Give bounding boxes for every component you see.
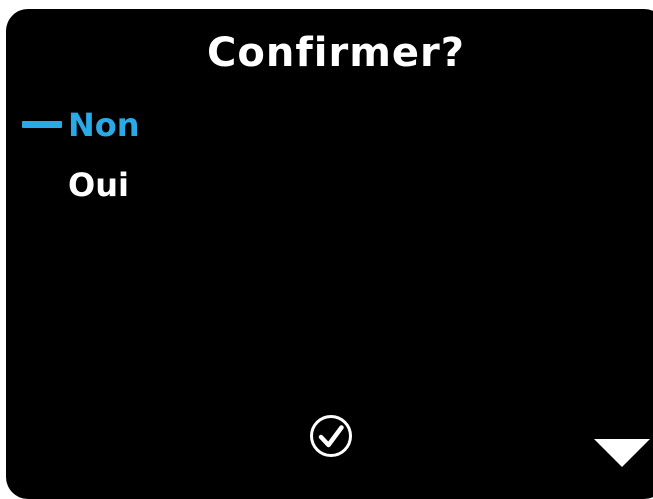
device-screen: Confirmer? Non Oui (6, 9, 653, 499)
dialog-title: Confirmer? (207, 30, 465, 76)
check-circle-icon[interactable] (309, 414, 353, 458)
triangle-down-icon[interactable] (592, 435, 652, 471)
confirm-menu: Non Oui (6, 95, 653, 215)
menu-item-label: Oui (68, 166, 129, 204)
menu-item-oui[interactable]: Oui (6, 155, 653, 215)
menu-item-label: Non (68, 106, 140, 144)
selection-marker (22, 121, 62, 128)
menu-item-non[interactable]: Non (6, 95, 653, 155)
